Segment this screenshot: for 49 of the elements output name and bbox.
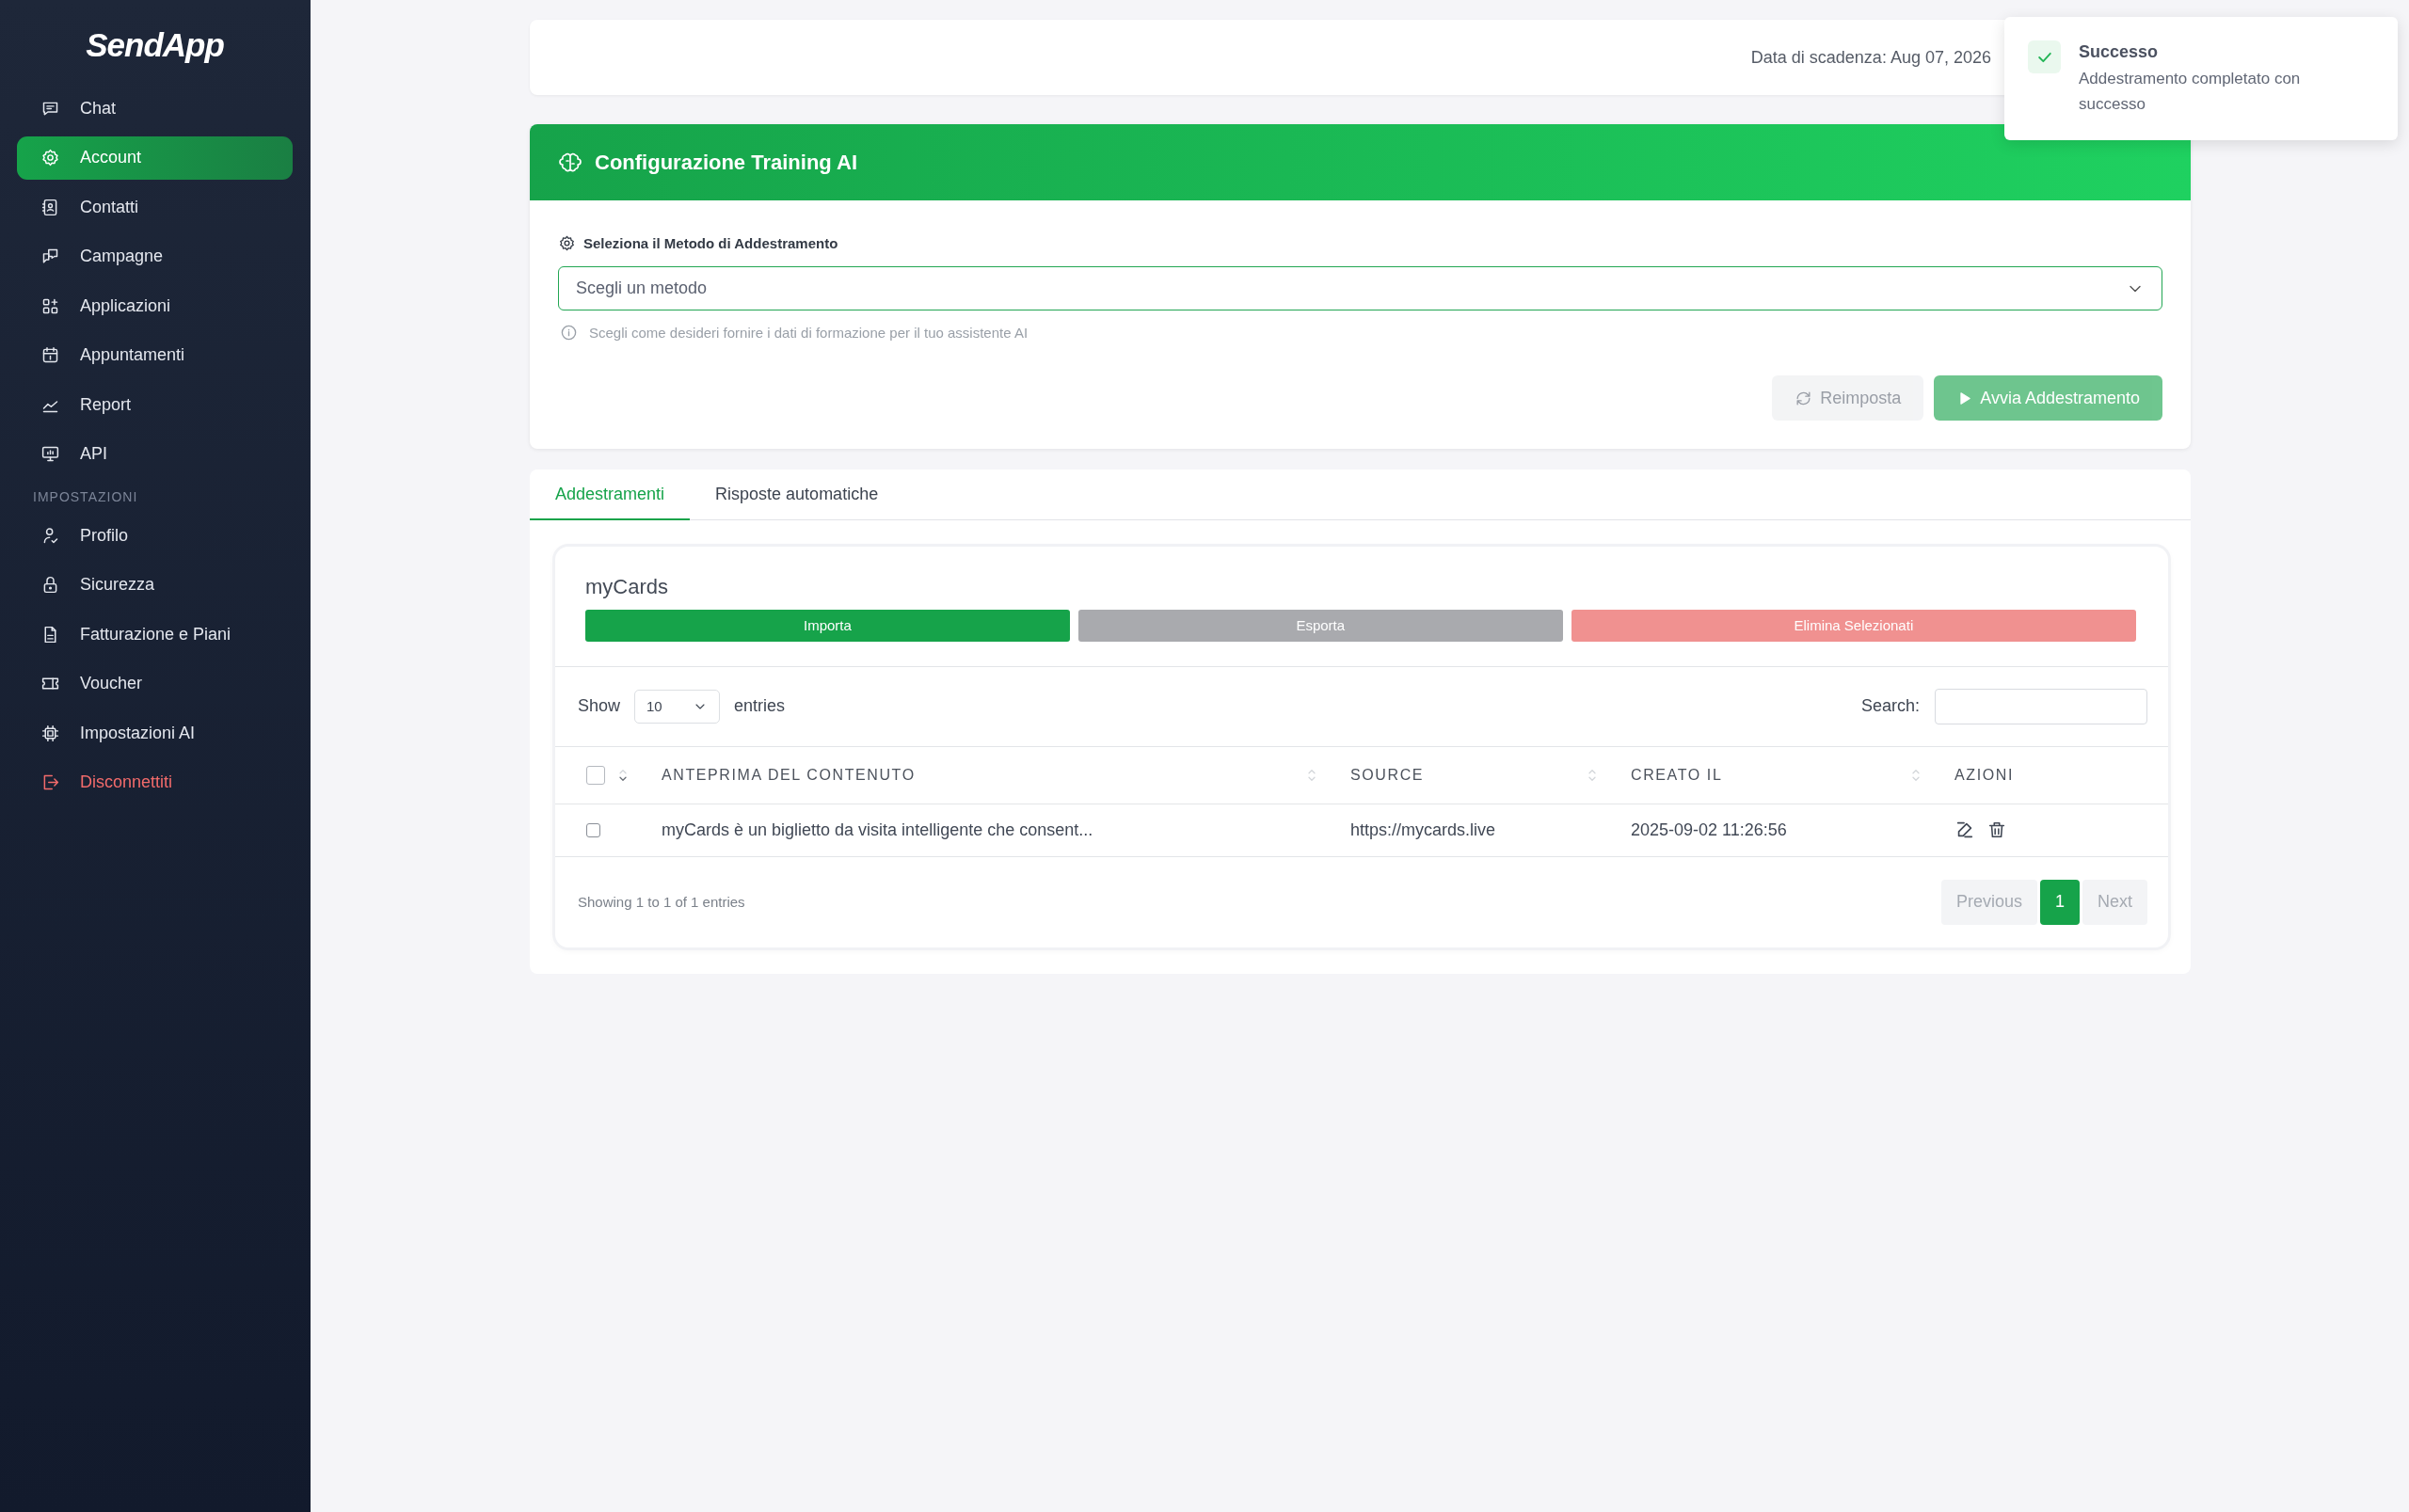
calendar-icon [40,345,60,365]
expiry-date: Data di scadenza: Aug 07, 2026 [1750,47,1991,68]
sidebar-item[interactable]: Report [17,383,293,426]
toast-title: Successo [2079,42,2160,62]
trash-icon [1986,820,2007,840]
entries-info: Showing 1 to 1 of 1 entries [578,894,745,910]
sidebar-item[interactable]: Account [17,135,293,180]
sidebar-item[interactable]: Profilo [17,514,293,557]
app-logo[interactable]: SendApp [86,26,224,64]
sidebar-item[interactable]: Campagne [17,234,293,279]
column-header[interactable]: CREATO IL [1616,746,1939,804]
edit-icon [1954,820,1975,840]
row-checkbox[interactable] [586,822,600,837]
select-all-checkbox[interactable] [586,765,605,785]
sidebar-item[interactable]: Contatti [17,185,293,229]
chip-icon [40,723,60,743]
method-dropdown[interactable]: Scegli un metodo [558,266,2162,310]
column-header: AZIONI [1939,746,2168,804]
search-field[interactable] [1935,688,2147,724]
entries-label: entries [734,696,786,716]
page-length-dropdown[interactable]: 10 [634,689,721,724]
column-header[interactable]: ANTEPRIMA DEL CONTENUTO [646,746,1335,804]
sidebar-item[interactable]: Impostazioni AI [17,711,293,755]
gear-icon [558,234,576,252]
table-cell: myCards è un biglietto da visita intelligente che consent... [662,820,1093,840]
monitor-icon [40,444,60,464]
brain-icon [559,151,582,174]
search-label: Search: [1860,696,1920,716]
gear-icon [40,148,60,167]
column-header[interactable]: SOURCE [1335,746,1616,804]
sidebar-item[interactable]: Voucher [17,661,293,706]
table-cell: 2025-09-02 11:26:56 [1631,820,1787,840]
sidebar-item[interactable]: Sicurezza [17,563,293,607]
sidebar-item[interactable]: Chat [17,87,293,130]
field-label: Seleziona il Metodo di Addestramento [583,235,838,251]
table-cell: https://mycards.live [1350,820,1496,840]
sidebar-item[interactable]: Disconnettiti [17,760,293,804]
sidebar-item[interactable]: Appuntamenti [17,333,293,377]
sidebar-item[interactable]: Fatturazione e Piani [17,613,293,656]
tab[interactable]: Risposte automatiche [690,470,904,520]
card-title: Configurazione Training AI [595,150,858,175]
sidebar-item[interactable]: API [17,432,293,476]
toast-message: Addestramento completato con successo [2079,69,2302,115]
dataset-title: myCards [585,574,668,599]
help-text: Scegli come desideri fornire i dati di formazione per il tuo assistente AI [589,325,1029,341]
show-label: Show [578,696,621,716]
sidebar-item[interactable]: Applicazioni [17,284,293,327]
info-icon [560,324,578,342]
section-heading: IMPOSTAZIONI [32,488,139,506]
